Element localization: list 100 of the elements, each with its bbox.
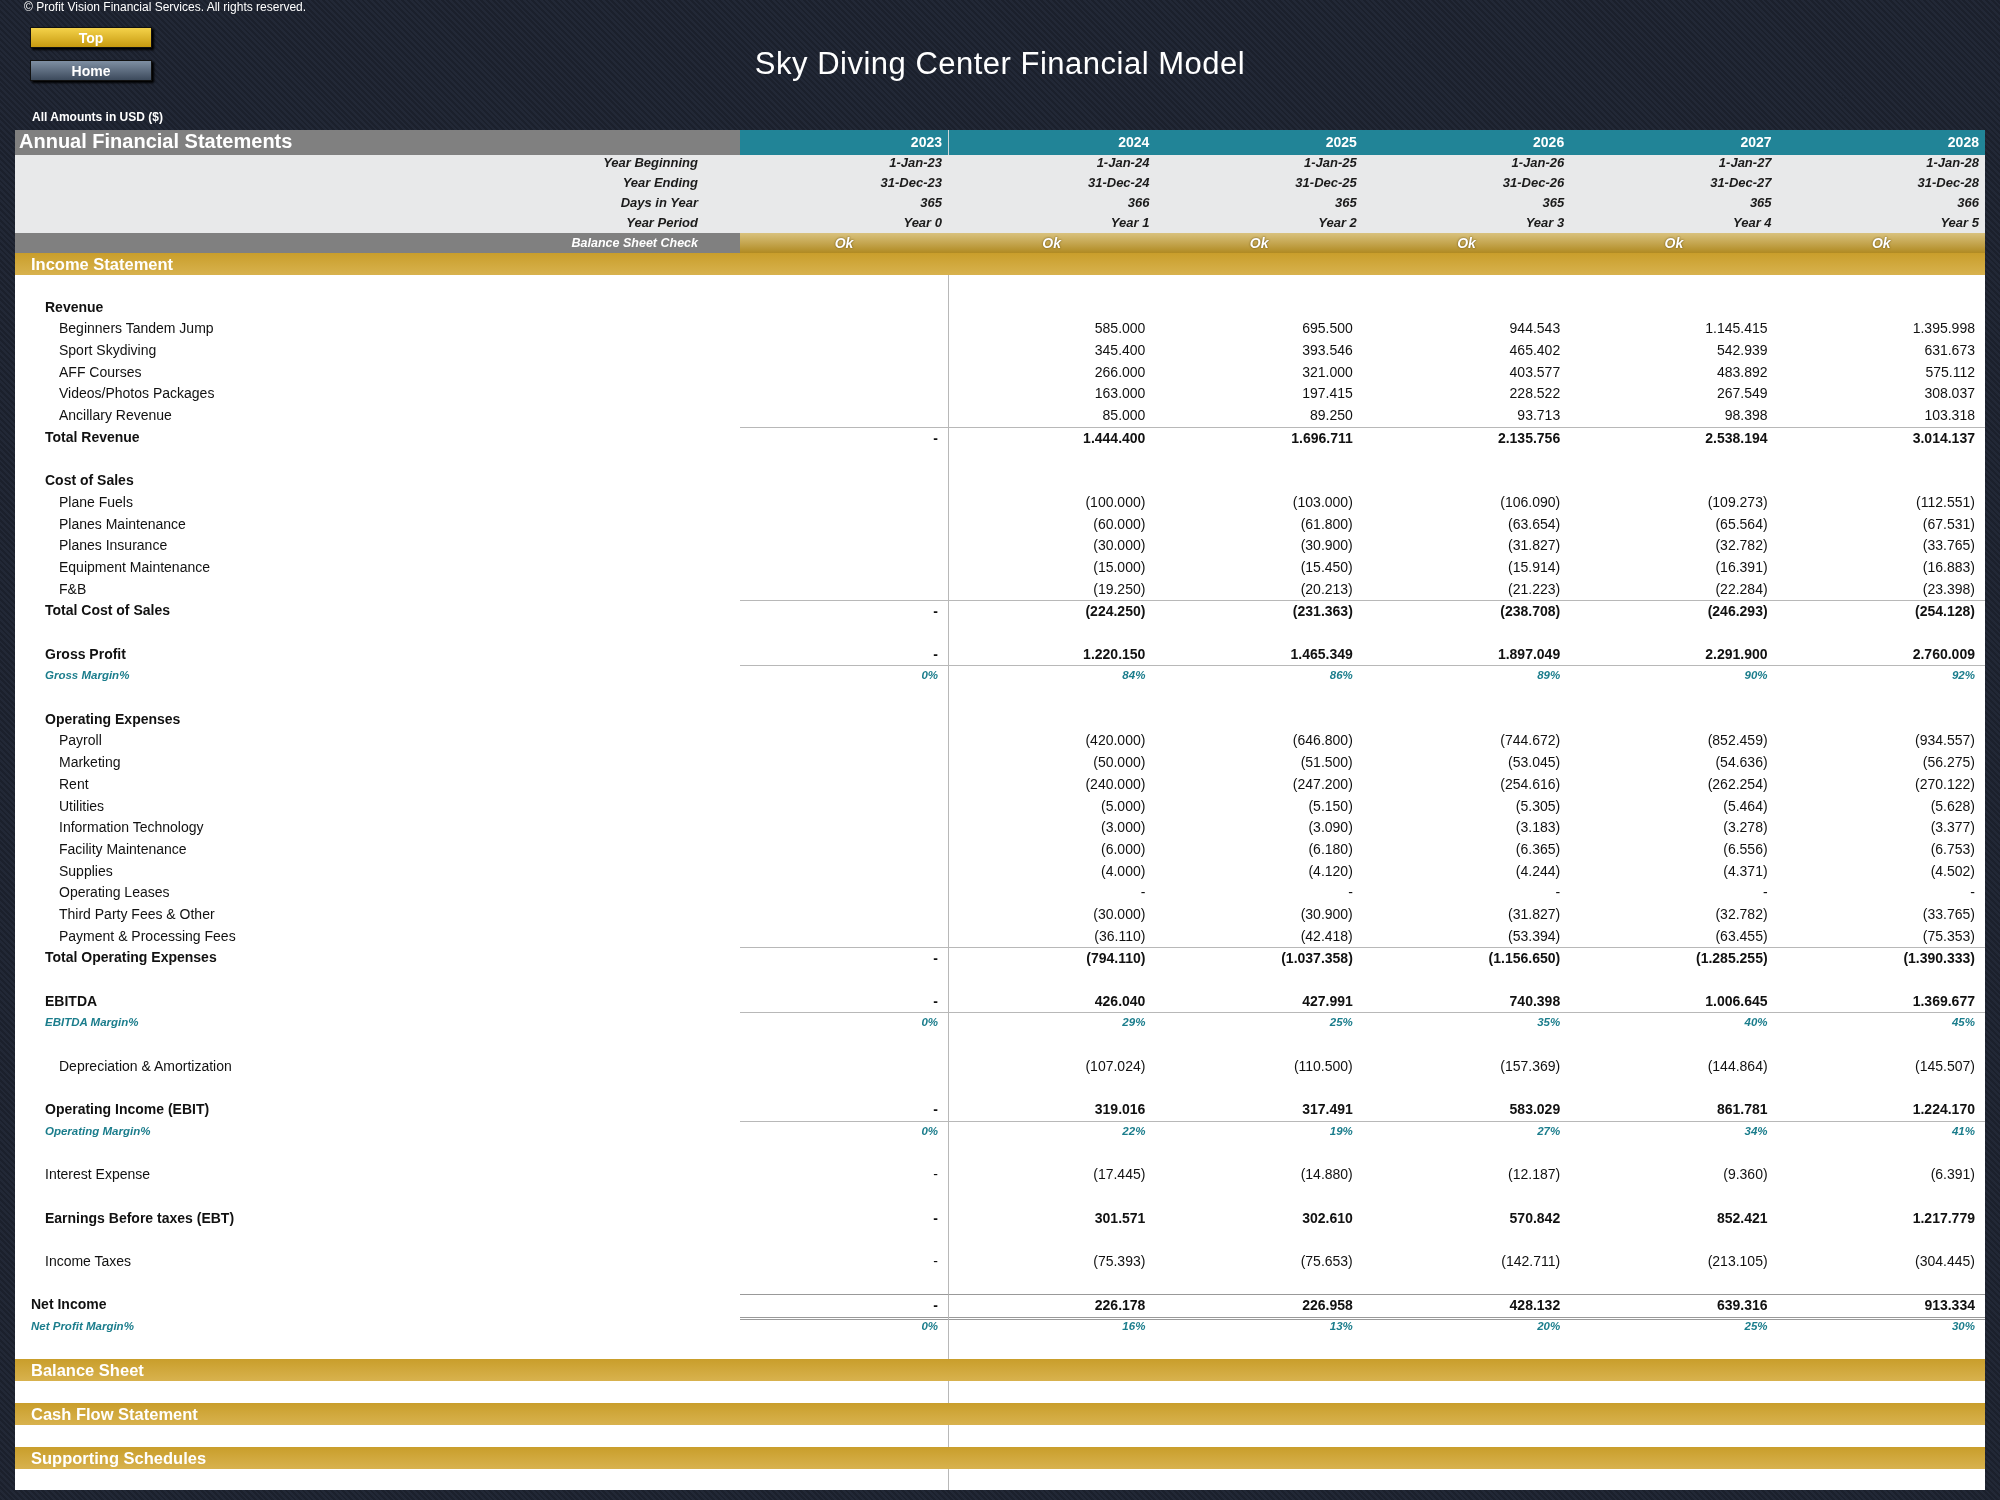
row-label: Gross Margin% — [45, 669, 130, 682]
table-cell: 1.395.998 — [1912, 320, 1975, 337]
status-cell: Ok — [1570, 233, 1778, 253]
table-cell: 319.016 — [1094, 1101, 1146, 1118]
table-cell: (934.557) — [1915, 732, 1975, 749]
table-cell: (75.393) — [1093, 1252, 1146, 1269]
table-cell: (61.800) — [1300, 515, 1353, 532]
table-cell: 483.892 — [1717, 363, 1768, 380]
table-cell-text: Year 1 — [1109, 214, 1151, 232]
table-cell: 426.040 — [1094, 992, 1146, 1009]
row-label: Rent — [59, 775, 89, 792]
table-cell: 852.421 — [1717, 1209, 1768, 1226]
table-cell-text: Year 5 — [1939, 214, 1980, 232]
table-cell: (852.459) — [1707, 732, 1768, 749]
table-cell-text: 31-Dec-25 — [1294, 174, 1358, 192]
table-cell: (23.398) — [1922, 580, 1975, 597]
table-cell: (16.391) — [1715, 558, 1768, 575]
table-cell: (5.000) — [1101, 797, 1146, 814]
table-cell: (31.827) — [1508, 537, 1561, 554]
section-header: Supporting Schedules — [15, 1446, 1985, 1469]
table-cell: (304.445) — [1915, 1252, 1975, 1269]
table-cell: 228.522 — [1509, 385, 1561, 402]
table-cell: 92% — [1951, 669, 1975, 682]
row-label: Year Beginning — [602, 154, 699, 172]
table-cell: 1.897.049 — [1497, 645, 1561, 662]
table-cell: (420.000) — [1085, 732, 1146, 749]
table-cell: (3.090) — [1308, 819, 1353, 836]
table-cell: (5.464) — [1723, 797, 1768, 814]
row-label: Planes Maintenance — [59, 515, 186, 532]
table-cell: (4.000) — [1101, 862, 1146, 879]
row-label: EBITDA Margin% — [45, 1016, 139, 1029]
table-cell: (110.500) — [1293, 1057, 1353, 1074]
table-cell: - — [933, 429, 938, 446]
table-cell: (19.250) — [1093, 580, 1146, 597]
table-cell: (246.293) — [1707, 603, 1768, 620]
row-label: Total Revenue — [45, 428, 140, 445]
table-cell: - — [933, 992, 938, 1009]
table-cell: (50.000) — [1093, 754, 1146, 771]
table-cell: (103.000) — [1292, 493, 1353, 510]
table-cell: (75.653) — [1300, 1252, 1353, 1269]
table-cell: 98.398 — [1724, 407, 1768, 424]
table-cell: - — [1555, 884, 1561, 901]
table-cell: 0% — [921, 1016, 938, 1029]
row-label: Beginners Tandem Jump — [59, 320, 214, 337]
row-label: Operating Income (EBIT) — [45, 1101, 210, 1118]
table-cell: - — [933, 1166, 938, 1183]
table-cell: (142.711) — [1501, 1252, 1561, 1269]
table-cell: (145.507) — [1915, 1057, 1975, 1074]
row-label: Plane Fuels — [59, 493, 133, 510]
table-cell: (20.213) — [1300, 580, 1353, 597]
table-cell: (6.365) — [1515, 840, 1561, 857]
table-cell: (3.183) — [1515, 819, 1561, 836]
table-cell: (157.369) — [1500, 1057, 1561, 1074]
table-cell: 1.224.170 — [1912, 1101, 1975, 1118]
table-cell: (224.250) — [1085, 603, 1146, 620]
table-cell: (1.285.255) — [1696, 950, 1768, 967]
row-label: Income Taxes — [45, 1252, 132, 1269]
table-cell: 29% — [1122, 1016, 1146, 1029]
row-label: Operating Margin% — [45, 1124, 151, 1137]
table-cell: 226.178 — [1094, 1297, 1146, 1314]
nav-button[interactable]: Home — [30, 60, 152, 81]
table-cell: (6.000) — [1101, 840, 1146, 857]
table-cell: - — [933, 950, 938, 967]
table-cell: 585.000 — [1094, 320, 1146, 337]
table-cell: (63.654) — [1508, 515, 1561, 532]
table-cell: - — [933, 1209, 938, 1226]
row-label: Planes Insurance — [59, 537, 168, 554]
table-cell: 1.145.415 — [1705, 320, 1768, 337]
table-cell: (144.864) — [1707, 1057, 1768, 1074]
table-cell: 913.334 — [1924, 1297, 1975, 1314]
row-label: Payment & Processing Fees — [59, 927, 236, 944]
table-cell: (238.708) — [1500, 603, 1561, 620]
table-cell: 944.543 — [1509, 320, 1561, 337]
table-cell-text: 31-Dec-23 — [879, 174, 943, 192]
table-cell: (5.628) — [1930, 797, 1975, 814]
table-cell: (6.556) — [1723, 840, 1768, 857]
status-cell: Ok — [1155, 233, 1363, 253]
table-cell: (646.800) — [1292, 732, 1353, 749]
table-cell: 583.029 — [1509, 1101, 1561, 1118]
table-cell: (53.394) — [1508, 927, 1561, 944]
row-label: Year Period — [625, 214, 699, 232]
table-cell: 575.112 — [1925, 363, 1975, 380]
table-cell: 0% — [921, 1320, 938, 1332]
table-cell: (33.765) — [1922, 537, 1975, 554]
row-label: AFF Courses — [59, 363, 142, 380]
status-cell: Ok — [1362, 233, 1571, 253]
table-cell: (112.551) — [1916, 493, 1975, 510]
table-cell: (33.765) — [1922, 905, 1975, 922]
table-cell: (3.000) — [1101, 819, 1146, 836]
table-cell-text: Year 4 — [1732, 214, 1773, 232]
table-cell: 2.538.194 — [1705, 429, 1768, 446]
row-label: Gross Profit — [45, 645, 126, 662]
table-cell: 1.444.400 — [1083, 429, 1146, 446]
row-label: Depreciation & Amortization — [59, 1057, 232, 1074]
table-cell: - — [1970, 884, 1975, 901]
table-cell: 317.491 — [1302, 1101, 1353, 1118]
table-cell: 84% — [1122, 669, 1146, 682]
table-cell-text: 31-Dec-28 — [1916, 174, 1980, 192]
table-cell: 2.760.009 — [1912, 645, 1975, 662]
table-cell: - — [933, 603, 938, 620]
